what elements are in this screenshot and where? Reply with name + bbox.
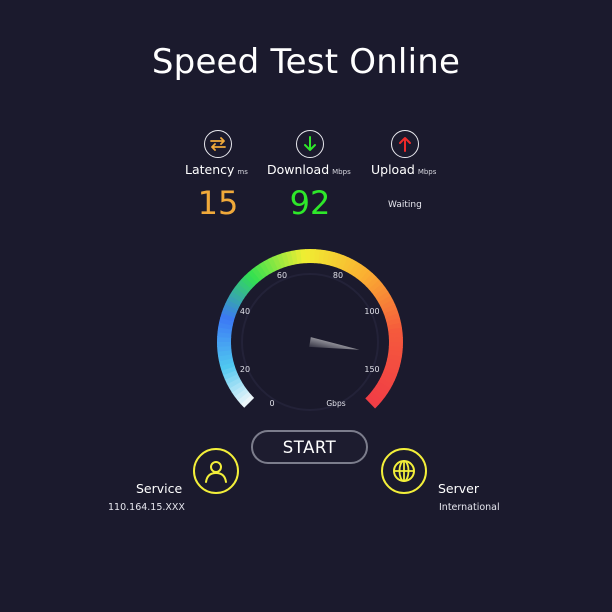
gauge-tick-0: 0	[269, 399, 274, 408]
gauge-tick-150: 150	[364, 365, 379, 374]
upload-unit: Mbps	[417, 168, 437, 176]
service-label: Service	[136, 481, 183, 496]
gauge-tick-80: 80	[333, 271, 343, 280]
gauge-tick-100: 100	[364, 307, 379, 316]
download-label: Download Mbps	[267, 162, 351, 177]
page-title: Speed Test Online	[151, 42, 461, 82]
server-label: Server	[438, 481, 479, 496]
download-unit: Mbps	[332, 168, 351, 176]
gauge-arc-segment	[365, 394, 380, 409]
upload-status: Waiting	[388, 200, 422, 210]
download-value: 92	[289, 184, 331, 222]
gauge-unit: Gbps	[326, 399, 345, 408]
globe-icon[interactable]	[381, 448, 427, 494]
latency-value: 15	[197, 184, 239, 222]
latency-unit: ms	[237, 168, 248, 176]
speed-gauge: 0 20 40 60 80 100 150 Gbps	[216, 248, 404, 411]
upload-label: Upload Mbps	[371, 162, 437, 177]
start-button[interactable]: START	[251, 430, 368, 464]
service-ip: 110.164.15.XXX	[108, 502, 185, 513]
latency-label: Latency ms	[185, 162, 248, 177]
gauge-tick-60: 60	[277, 271, 287, 280]
server-location: International	[439, 502, 500, 513]
arrow-up-icon	[391, 130, 419, 158]
arrow-down-icon	[296, 130, 324, 158]
gauge-tick-40: 40	[240, 307, 250, 316]
user-icon[interactable]	[193, 448, 239, 494]
swap-arrows-icon	[204, 130, 232, 158]
gauge-tick-20: 20	[240, 365, 250, 374]
